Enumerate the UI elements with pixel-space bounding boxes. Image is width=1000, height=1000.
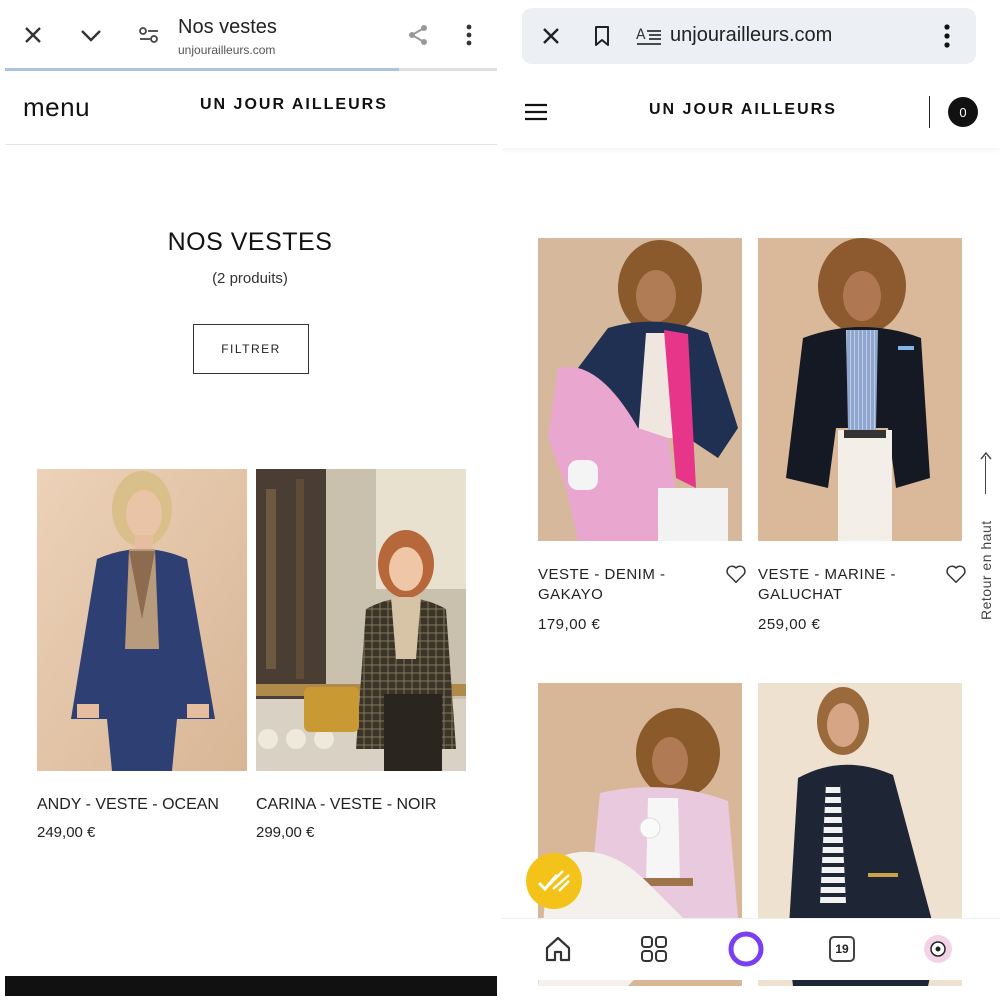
- product-name[interactable]: VESTE - DENIM - GAKAYO: [538, 565, 703, 605]
- right-browser-screen: A unjourailleurs.com UN JOUR AILLEURS 0: [502, 0, 1000, 1000]
- profile-icon[interactable]: [920, 931, 956, 967]
- product-name[interactable]: VESTE - MARINE - GALUCHAT: [758, 565, 923, 605]
- product-image[interactable]: [758, 238, 962, 541]
- page-title[interactable]: Nos vestes: [178, 16, 277, 39]
- tabs-count: 19: [829, 936, 855, 962]
- more-vert-icon[interactable]: [456, 22, 482, 48]
- address-bar[interactable]: A unjourailleurs.com: [522, 8, 976, 64]
- product-price: 249,00 €: [37, 824, 96, 841]
- chevron-down-icon[interactable]: [78, 22, 104, 48]
- product-price: 179,00 €: [538, 616, 601, 633]
- page-load-progress: [5, 68, 497, 71]
- close-icon[interactable]: [20, 22, 46, 48]
- close-icon[interactable]: [538, 23, 564, 49]
- footer-bar: [5, 976, 497, 996]
- brand-logo[interactable]: UN JOUR AILLEURS: [200, 96, 388, 114]
- product-card[interactable]: VESTE - MARINE - GALUCHAT 259,00 €: [758, 238, 966, 633]
- tabs-icon[interactable]: 19: [824, 931, 860, 967]
- product-card[interactable]: VESTE - DENIM - GAKAYO 179,00 €: [538, 238, 746, 633]
- bottom-navigation: 19: [502, 918, 1000, 980]
- assistant-icon[interactable]: [728, 931, 764, 967]
- apps-grid-icon[interactable]: [636, 931, 672, 967]
- filter-button[interactable]: FILTRER: [193, 324, 309, 374]
- product-name[interactable]: ANDY - VESTE - OCEAN: [37, 796, 247, 814]
- product-card[interactable]: ANDY - VESTE - OCEAN 249,00 €: [37, 469, 247, 841]
- svg-text:A: A: [636, 27, 646, 43]
- arrow-up-icon: [985, 456, 986, 494]
- product-name[interactable]: CARINA - VESTE - NOIR: [256, 796, 466, 814]
- page-url[interactable]: unjourailleurs.com: [178, 43, 275, 57]
- share-icon[interactable]: [405, 22, 431, 48]
- collection-heading: NOS VESTES: [167, 228, 333, 256]
- product-price: 299,00 €: [256, 824, 315, 841]
- reader-mode-icon[interactable]: A: [636, 23, 662, 49]
- left-browser-screen: Nos vestes unjourailleurs.com menu UN JO…: [0, 0, 500, 1000]
- address-url[interactable]: unjourailleurs.com: [670, 24, 832, 47]
- product-count: (2 produits): [212, 270, 288, 287]
- arrow-head-icon: [980, 452, 992, 460]
- hamburger-menu-icon[interactable]: [524, 102, 548, 122]
- back-to-top-label[interactable]: Retour en haut: [978, 520, 994, 620]
- site-header: menu UN JOUR AILLEURS: [5, 72, 497, 145]
- browser-toolbar: Nos vestes unjourailleurs.com: [0, 0, 500, 71]
- wishlist-heart-icon[interactable]: [945, 563, 967, 585]
- trust-badge-icon[interactable]: [526, 853, 582, 909]
- more-vert-icon[interactable]: [934, 23, 960, 49]
- product-image[interactable]: [256, 469, 466, 771]
- site-settings-icon[interactable]: [136, 22, 162, 48]
- header-divider: [929, 96, 930, 128]
- site-header: UN JOUR AILLEURS 0: [502, 76, 1000, 148]
- product-image[interactable]: [538, 238, 742, 541]
- brand-logo[interactable]: UN JOUR AILLEURS: [649, 101, 837, 119]
- home-icon[interactable]: [540, 931, 576, 967]
- bookmark-icon[interactable]: [589, 23, 615, 49]
- product-card[interactable]: CARINA - VESTE - NOIR 299,00 €: [256, 469, 466, 841]
- wishlist-heart-icon[interactable]: [725, 563, 747, 585]
- product-image[interactable]: [37, 469, 247, 771]
- menu-button[interactable]: menu: [23, 92, 90, 123]
- product-price: 259,00 €: [758, 616, 821, 633]
- cart-count: 0: [959, 104, 967, 120]
- back-to-top[interactable]: Retour en haut: [972, 450, 1000, 620]
- cart-button[interactable]: 0: [948, 97, 978, 127]
